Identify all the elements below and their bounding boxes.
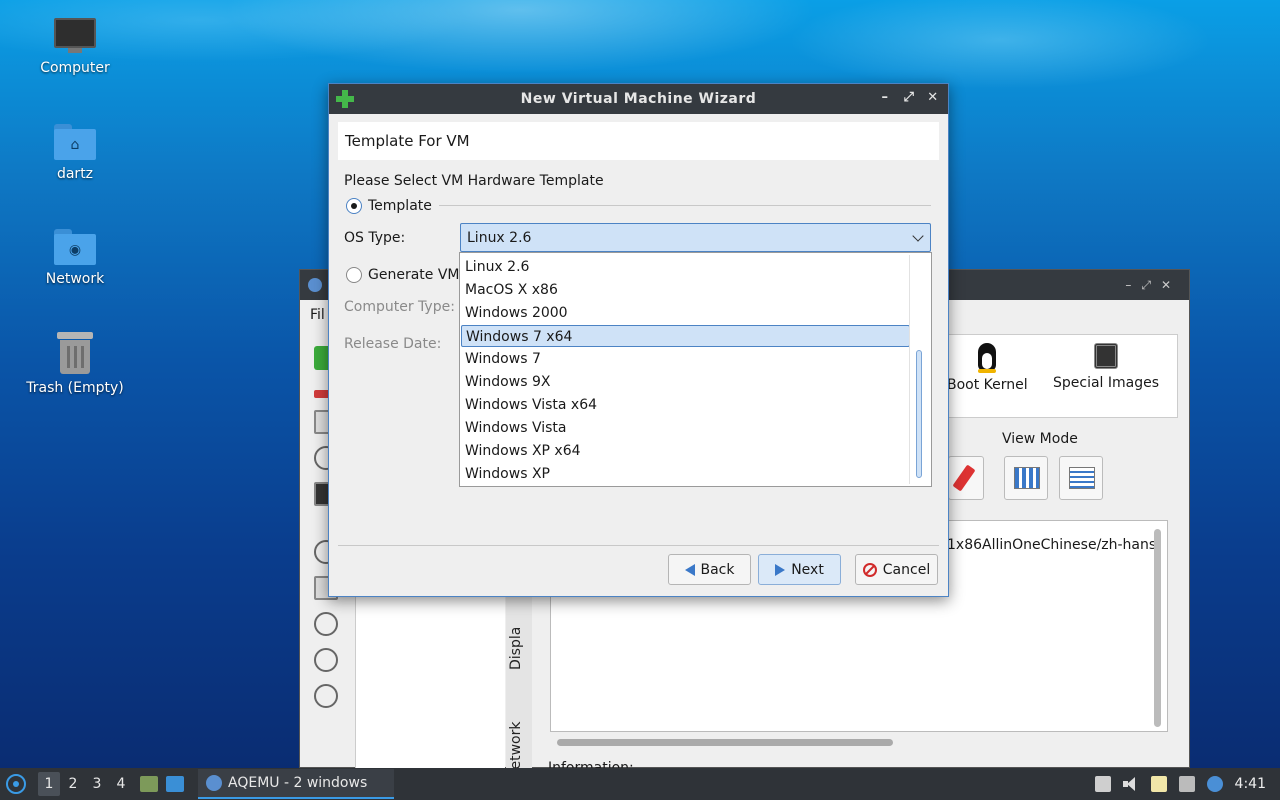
tab-display[interactable]: Displa (508, 627, 524, 670)
dialog-titlebar: New Virtual Machine Wizard – ⤢ ✕ (329, 84, 948, 114)
os-type-dropdown-list: Linux 2.6 MacOS X x86 Windows 2000 Windo… (459, 252, 932, 487)
task-label: AQEMU - 2 windows (228, 775, 368, 791)
new-vm-wizard-dialog: New Virtual Machine Wizard – ⤢ ✕ Templat… (328, 83, 949, 597)
workspace-1[interactable]: 1 (38, 772, 60, 796)
os-option[interactable]: Windows XP (461, 463, 910, 485)
scrollbar-thumb[interactable] (916, 350, 922, 478)
computer-icon (54, 18, 96, 54)
back-button-label: Back (700, 561, 735, 578)
trash-icon (57, 332, 93, 374)
desktop-icon-network[interactable]: ◉ Network (20, 229, 130, 287)
chip-icon (1094, 343, 1119, 369)
arrow-right-icon (775, 563, 786, 576)
desktop-icon-computer[interactable]: Computer (20, 18, 130, 76)
back-button[interactable]: Back (668, 554, 751, 585)
close-button[interactable]: ✕ (926, 90, 940, 105)
arrow-left-icon (684, 563, 695, 576)
aqemu-task-icon (206, 775, 222, 791)
cancel-button[interactable]: Cancel (855, 554, 938, 585)
os-option[interactable]: Windows 9X (461, 371, 910, 393)
desktop-icon-label: Trash (Empty) (26, 380, 124, 396)
release-date-label: Release Date: (344, 336, 442, 352)
home-folder-icon: ⌂ (54, 124, 96, 160)
special-images-item[interactable]: Special Images (1053, 343, 1159, 391)
cancel-button-label: Cancel (882, 561, 931, 578)
cancel-icon (862, 562, 877, 577)
os-type-label: OS Type: (344, 230, 406, 246)
next-button-label: Next (791, 561, 824, 578)
system-tray: 4:41 (1094, 776, 1280, 792)
dropdown-scrollbar[interactable] (909, 255, 929, 484)
file-manager-icon[interactable] (140, 776, 158, 792)
chevron-down-icon (912, 230, 924, 242)
os-type-value: Linux 2.6 (467, 230, 532, 246)
template-radio-label[interactable]: Template (368, 198, 432, 214)
list-view-icon (1069, 467, 1095, 489)
footer-separator (338, 545, 939, 546)
aqemu-app-icon (308, 278, 322, 292)
taskbar: 1 2 3 4 AQEMU - 2 windows 4:41 (0, 768, 1280, 800)
clock[interactable]: 4:41 (1235, 776, 1266, 792)
reload-icon[interactable] (314, 684, 338, 708)
boot-kernel-item[interactable]: Boot Kernel (947, 343, 1028, 393)
vm-path-text: 1x86AllinOneChinese/zh-hans (947, 537, 1157, 553)
eject-icon[interactable] (1094, 776, 1111, 792)
side-tabs: Displa Network (506, 590, 532, 780)
computer-type-label: Computer Type: (344, 299, 455, 315)
desktop-icon-trash[interactable]: Trash (Empty) (20, 332, 130, 396)
template-radio[interactable] (346, 198, 362, 214)
view-mode-label: View Mode (1002, 431, 1078, 447)
item-label: Special Images (1053, 375, 1160, 391)
volume-icon[interactable] (1122, 777, 1139, 791)
view-icons-button[interactable] (1004, 456, 1048, 500)
minimize-button[interactable]: – (878, 90, 892, 105)
os-type-select[interactable]: Linux 2.6 (460, 223, 931, 252)
horizontal-scrollbar[interactable] (557, 739, 893, 746)
taskbar-task-aqemu[interactable]: AQEMU - 2 windows (198, 769, 394, 799)
desktop-icon-label: Network (45, 271, 105, 287)
os-option[interactable]: Windows 2000 (461, 302, 910, 324)
menu-file[interactable]: Fil (310, 307, 325, 323)
maximize-button[interactable]: ⤢ (902, 90, 916, 105)
desktop-icon-home[interactable]: ⌂ dartz (20, 124, 130, 182)
group-separator (439, 205, 931, 206)
stop-icon[interactable] (314, 648, 338, 672)
os-option[interactable]: Linux 2.6 (461, 256, 910, 278)
clipboard-icon[interactable] (1150, 776, 1167, 792)
generate-vm-radio[interactable] (346, 267, 362, 283)
network-folder-icon: ◉ (54, 229, 96, 265)
workspace-3[interactable]: 3 (86, 772, 108, 796)
vertical-scrollbar[interactable] (1154, 529, 1161, 727)
tux-icon (976, 343, 998, 373)
network-icon[interactable] (1178, 776, 1195, 792)
desktop-icon-label: dartz (56, 166, 94, 182)
pause-icon[interactable] (314, 612, 338, 636)
wizard-prompt: Please Select VM Hardware Template (344, 173, 604, 189)
wizard-page-header: Template For VM (338, 122, 939, 160)
plus-icon (336, 90, 354, 108)
view-list-button[interactable] (1059, 456, 1103, 500)
item-label: Boot Kernel (947, 377, 1028, 393)
workspace-4[interactable]: 4 (110, 772, 132, 796)
device-icons-panel: Boot Kernel Special Images (932, 334, 1178, 418)
os-option[interactable]: Windows 7 (461, 348, 910, 370)
os-option-highlighted[interactable]: Windows 7 x64 (461, 325, 910, 347)
workspace-2[interactable]: 2 (62, 772, 84, 796)
start-menu-icon[interactable] (6, 774, 26, 794)
show-desktop-icon[interactable] (166, 776, 184, 792)
notification-icon[interactable] (1206, 776, 1223, 792)
os-option[interactable]: Windows XP x64 (461, 440, 910, 462)
window-controls[interactable]: –⤢✕ (1125, 278, 1181, 293)
generate-vm-radio-label[interactable]: Generate VM (368, 267, 460, 283)
eraser-icon[interactable] (948, 456, 984, 500)
grid-view-icon (1014, 467, 1040, 489)
next-button[interactable]: Next (758, 554, 841, 585)
os-option[interactable]: Windows Vista x64 (461, 394, 910, 416)
os-option[interactable]: Windows Vista (461, 417, 910, 439)
dialog-title: New Virtual Machine Wizard (520, 91, 757, 107)
desktop-icon-label: Computer (40, 60, 110, 76)
os-option[interactable]: MacOS X x86 (461, 279, 910, 301)
